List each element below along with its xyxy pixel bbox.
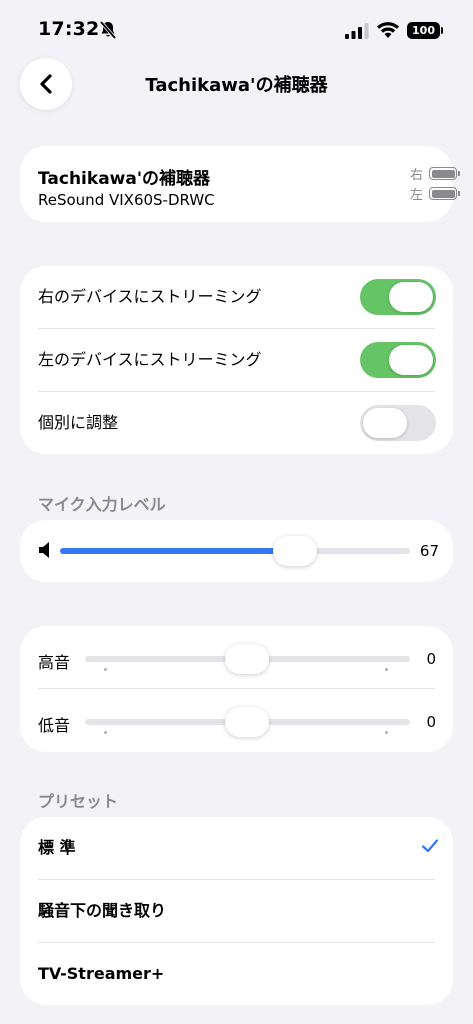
tick-mark: [104, 668, 107, 671]
stream-left-toggle[interactable]: [360, 342, 436, 378]
tick-mark: [385, 668, 388, 671]
stream-right-toggle[interactable]: [360, 279, 436, 315]
treble-slider-knob[interactable]: [225, 644, 269, 674]
stream-left-row: 左のデバイスにストリーミング: [20, 329, 453, 391]
device-name: Tachikawa'の補聴器: [38, 169, 211, 189]
mic-level-fill: [60, 548, 295, 554]
checkmark-icon: [421, 839, 439, 853]
bell-muted-icon: [99, 20, 117, 40]
stream-right-row: 右のデバイスにストリーミング: [20, 266, 453, 328]
mic-level-header: マイク入力レベル: [38, 495, 166, 514]
preset-label: 標 準: [38, 838, 76, 857]
stream-right-label: 右のデバイスにストリーミング: [38, 287, 262, 306]
mic-level-card: 67: [20, 520, 453, 582]
eq-card: 高音 0 低音 0: [20, 626, 453, 752]
status-bar: 17:32 100: [0, 0, 473, 58]
divider: [38, 688, 435, 689]
mic-level-value: 67: [419, 542, 439, 560]
tick-mark: [385, 731, 388, 734]
treble-label: 高音: [38, 653, 71, 672]
bass-label: 低音: [38, 716, 71, 735]
cellular-signal-icon: [345, 23, 369, 39]
mic-level-slider-knob[interactable]: [273, 536, 317, 566]
streaming-card: 右のデバイスにストリーミング 左のデバイスにストリーミング 個別に調整: [20, 266, 453, 454]
page-title: Tachikawa'の補聴器: [145, 75, 328, 96]
right-battery-status: 右: [409, 164, 460, 183]
battery-icon: 100: [407, 22, 443, 39]
right-label: 右: [409, 168, 423, 183]
wifi-icon: [377, 22, 399, 38]
bass-value: 0: [426, 713, 436, 731]
individual-adjust-toggle[interactable]: [360, 405, 436, 441]
battery-level: 100: [412, 24, 435, 37]
left-battery-status: 左: [409, 184, 460, 203]
individual-adjust-label: 個別に調整: [38, 413, 119, 432]
stream-left-label: 左のデバイスにストリーミング: [38, 350, 262, 369]
presets-card: 標 準 騒音下の聞き取り TV-Streamer+: [20, 817, 453, 1005]
device-card: Tachikawa'の補聴器 ReSound VIX60S-DRWC: [20, 146, 453, 222]
treble-value: 0: [426, 650, 436, 668]
preset-label: 騒音下の聞き取り: [38, 901, 167, 920]
bass-slider-knob[interactable]: [225, 707, 269, 737]
individual-adjust-row: 個別に調整: [20, 392, 453, 454]
preset-label: TV-Streamer+: [38, 964, 165, 983]
preset-tv-streamer[interactable]: TV-Streamer+: [20, 943, 453, 1005]
device-model: ReSound VIX60S-DRWC: [38, 191, 215, 209]
presets-header: プリセット: [38, 792, 119, 811]
mic-level-slider[interactable]: [60, 548, 410, 554]
left-battery-icon: [429, 187, 460, 200]
left-label: 左: [409, 188, 423, 203]
status-time: 17:32: [38, 18, 100, 40]
speaker-icon: [39, 542, 49, 558]
tick-mark: [104, 731, 107, 734]
right-battery-icon: [429, 167, 460, 180]
preset-noise[interactable]: 騒音下の聞き取り: [20, 880, 453, 942]
preset-standard[interactable]: 標 準: [20, 817, 453, 879]
